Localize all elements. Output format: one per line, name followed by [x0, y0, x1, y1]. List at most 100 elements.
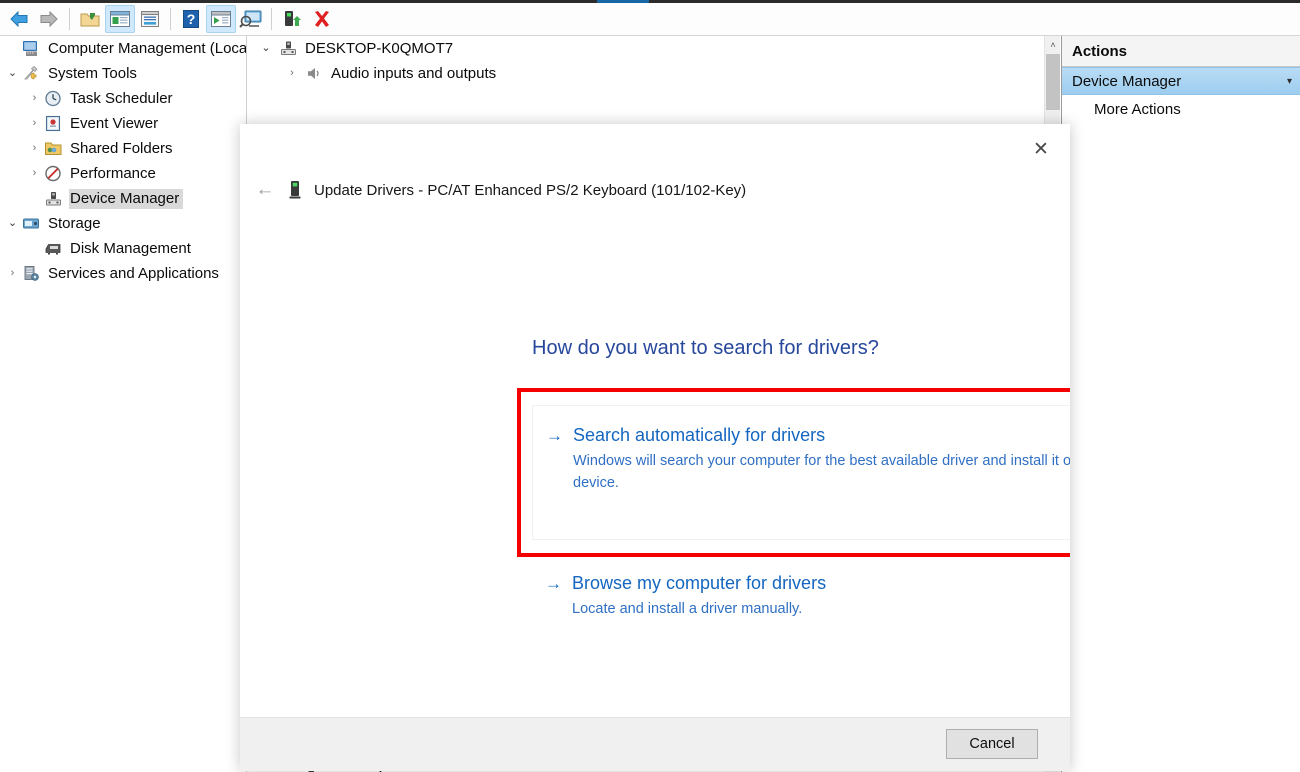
action-pane-icon	[210, 10, 232, 28]
computer-management-icon	[21, 39, 42, 58]
actions-group-device-manager[interactable]: Device Manager ▾	[1062, 67, 1300, 95]
tree-item-label: Shared Folders	[69, 139, 177, 159]
back-arrow-icon[interactable]: ←	[246, 179, 284, 201]
toolbar-nav-group	[0, 5, 64, 33]
tree-item-label: Storage	[47, 214, 105, 234]
option-title[interactable]: Browse my computer for drivers	[572, 571, 826, 595]
scrollbar-up-button[interactable]: ˄	[1045, 36, 1060, 53]
device-update-icon	[281, 9, 303, 29]
tree-item-label: Device Manager	[69, 189, 183, 209]
services-icon	[21, 264, 42, 283]
help-question-icon: ?	[181, 9, 201, 29]
toolbar-help-group: ?	[176, 5, 266, 33]
tree-item-services-and-applications[interactable]: › Services and Applications	[0, 261, 246, 286]
dialog-heading: How do you want to search for drivers?	[532, 337, 879, 360]
actions-pane: Actions Device Manager ▾ More Actions	[1061, 36, 1300, 772]
clock-icon	[43, 89, 64, 108]
scan-for-hardware-changes-button[interactable]	[236, 5, 266, 33]
cancel-button[interactable]: Cancel	[946, 729, 1038, 759]
tree-item-label: System Tools	[47, 64, 141, 84]
help-button[interactable]: ?	[176, 5, 206, 33]
show-hide-console-tree-button[interactable]	[105, 5, 135, 33]
tree-item-computer-management[interactable]: › Computer Management (Local)	[0, 36, 246, 61]
toolbar-separator	[69, 8, 70, 30]
chevron-down-icon[interactable]: ▾	[1287, 76, 1292, 87]
dialog-title: Update Drivers - PC/AT Enhanced PS/2 Key…	[314, 182, 746, 199]
tree-item-label: Task Scheduler	[69, 89, 177, 109]
event-viewer-icon	[43, 114, 64, 133]
device-tree-item-label: DESKTOP-K0QMOT7	[305, 40, 453, 57]
tree-item-label: Disk Management	[69, 239, 195, 259]
disk-management-icon	[43, 239, 64, 258]
right-arrow-icon	[38, 9, 60, 29]
tree-item-label: Event Viewer	[69, 114, 162, 134]
show-hide-action-pane-button[interactable]	[206, 5, 236, 33]
device-tree-item-label: Audio inputs and outputs	[331, 65, 496, 82]
chevron-right-icon[interactable]: ›	[4, 265, 21, 282]
red-x-icon	[311, 9, 333, 29]
sidebar-item-device-manager[interactable]: › Device Manager	[0, 186, 246, 211]
console-tree-icon	[109, 10, 131, 28]
main-content-area: › Computer Management (Local) ⌄	[0, 36, 1300, 772]
toolbar-separator	[271, 8, 272, 30]
device-manager-icon	[43, 189, 64, 208]
tree-item-label: Computer Management (Local)	[47, 39, 247, 59]
chevron-right-icon[interactable]: ›	[26, 90, 43, 107]
device-tree-item-computer[interactable]: ⌄ DESKTOP-K0QMOT7	[248, 36, 1060, 61]
console-tree-pane[interactable]: › Computer Management (Local) ⌄	[0, 36, 247, 772]
tree-item-task-scheduler[interactable]: › Task Scheduler	[0, 86, 246, 111]
tree-item-event-viewer[interactable]: › Event Viewer	[0, 111, 246, 136]
tree-item-label: Performance	[69, 164, 160, 184]
device-tree-item-audio[interactable]: › Audio inputs and outputs	[248, 61, 1060, 86]
option-browse-my-computer[interactable]: → Browse my computer for drivers Locate …	[545, 571, 1070, 620]
performance-icon	[43, 164, 64, 183]
right-arrow-icon: →	[546, 423, 573, 447]
tree-item-disk-management[interactable]: › Disk Management	[0, 236, 246, 261]
chevron-right-icon[interactable]: ›	[26, 115, 43, 132]
properties-button[interactable]	[135, 5, 165, 33]
actions-item-more-actions[interactable]: More Actions	[1062, 95, 1300, 123]
left-arrow-icon	[8, 9, 30, 29]
option-description: Locate and install a driver manually.	[572, 598, 826, 620]
system-tools-icon	[21, 64, 42, 83]
option-search-automatically[interactable]: → Search automatically for drivers Windo…	[546, 423, 1070, 494]
option-card-search-automatically[interactable]: → Search automatically for drivers Windo…	[532, 405, 1070, 540]
option-title[interactable]: Search automatically for drivers	[573, 423, 1070, 447]
dialog-footer: Cancel	[240, 717, 1070, 771]
update-driver-button[interactable]	[277, 5, 307, 33]
keyboard-device-icon	[284, 180, 306, 200]
chevron-down-icon[interactable]: ⌄	[4, 65, 21, 82]
chevron-down-icon[interactable]: ⌄	[4, 215, 21, 232]
forward-button[interactable]	[34, 5, 64, 33]
chevron-right-icon[interactable]: ›	[26, 140, 43, 157]
tree-item-storage[interactable]: ⌄ Storage	[0, 211, 246, 236]
tree-item-system-tools[interactable]: ⌄ System Tools	[0, 61, 246, 86]
storage-icon	[21, 214, 42, 233]
properties-icon	[139, 10, 161, 28]
computer-icon	[276, 39, 300, 58]
dialog-header: ← Update Drivers - PC/AT Enhanced PS/2 K…	[240, 170, 1070, 210]
svg-text:?: ?	[187, 11, 196, 27]
monitor-scan-icon	[239, 9, 263, 29]
scrollbar-thumb[interactable]	[1046, 54, 1060, 110]
update-drivers-dialog: ✕ ← Update Drivers - PC/AT Enhanced PS/2…	[240, 124, 1070, 771]
tree-item-performance[interactable]: › Performance	[0, 161, 246, 186]
chevron-right-icon[interactable]: ›	[282, 65, 302, 82]
speaker-icon	[302, 64, 326, 83]
tree-item-shared-folders[interactable]: › Shared Folders	[0, 136, 246, 161]
folder-up-icon	[79, 9, 101, 29]
up-one-level-button[interactable]	[75, 5, 105, 33]
uninstall-device-button[interactable]	[307, 5, 337, 33]
actions-pane-header: Actions	[1062, 36, 1300, 67]
chevron-right-icon[interactable]: ›	[26, 165, 43, 182]
back-button[interactable]	[4, 5, 34, 33]
actions-group-label: Device Manager	[1072, 73, 1181, 90]
option-description: Windows will search your computer for th…	[573, 450, 1070, 494]
actions-item-label: More Actions	[1094, 101, 1181, 118]
computer-management-window: ?	[0, 0, 1300, 772]
toolbar-device-group	[277, 5, 337, 33]
tree-item-label: Services and Applications	[47, 264, 223, 284]
close-icon[interactable]: ✕	[1020, 132, 1062, 166]
toolbar-separator	[170, 8, 171, 30]
chevron-down-icon[interactable]: ⌄	[256, 40, 276, 57]
